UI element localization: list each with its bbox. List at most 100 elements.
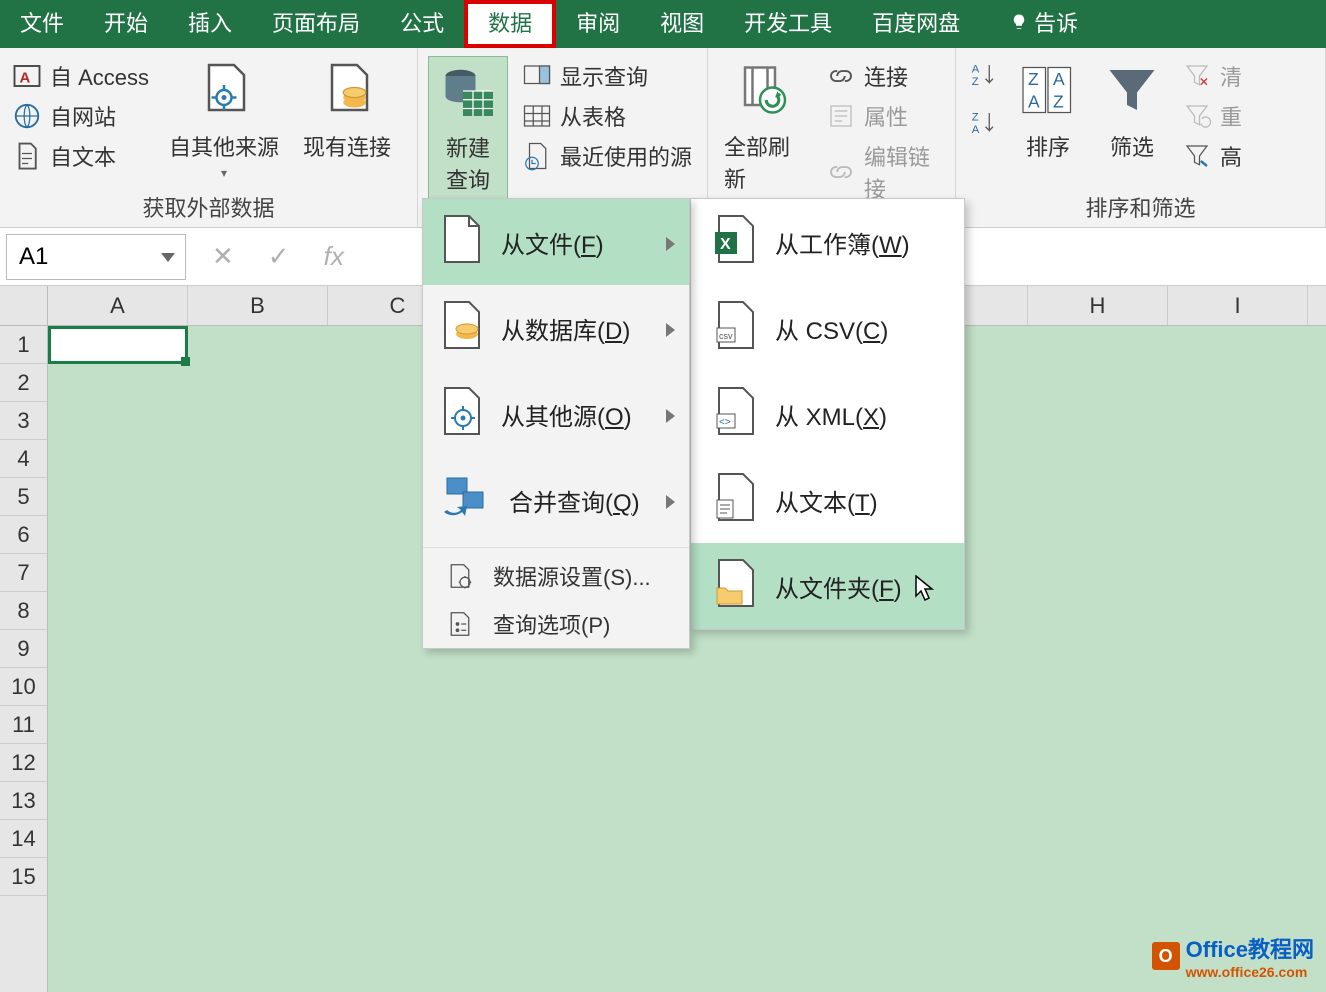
new-query-label: 新建 查询 <box>446 131 490 195</box>
show-queries-button[interactable]: 显示查询 <box>520 56 694 96</box>
svg-text:csv: csv <box>719 331 733 341</box>
row-header[interactable]: 14 <box>0 820 47 858</box>
tab-developer[interactable]: 开发工具 <box>724 0 852 48</box>
from-access-button[interactable]: A 自 Access <box>10 56 151 96</box>
existing-conn-label: 现有连接 <box>303 130 391 162</box>
col-header[interactable]: I <box>1168 286 1308 325</box>
menu-from-database[interactable]: 从数据库(D) <box>423 285 689 371</box>
row-header[interactable]: 3 <box>0 402 47 440</box>
insert-function-button[interactable]: fx <box>324 241 344 272</box>
tab-home[interactable]: 开始 <box>84 0 168 48</box>
watermark-url: www.office26.com <box>1186 964 1314 980</box>
recent-sources-button[interactable]: 最近使用的源 <box>520 136 694 176</box>
connections-label: 连接 <box>864 60 908 92</box>
from-web-label: 自网站 <box>50 100 116 132</box>
group-external-data-label: 获取外部数据 <box>10 187 407 223</box>
watermark: O Office教程网 www.office26.com <box>1152 932 1314 980</box>
text-icon <box>713 472 757 529</box>
other-sources-label: 自其他来源 <box>169 130 279 162</box>
sort-desc-button[interactable]: ZA <box>966 104 1000 142</box>
svg-text:<>: <> <box>719 417 731 428</box>
edit-links-icon <box>826 157 856 187</box>
row-header[interactable]: 8 <box>0 592 47 630</box>
properties-button: 属性 <box>824 96 945 136</box>
from-web-button[interactable]: 自网站 <box>10 96 151 136</box>
group-sort-filter-label: 排序和筛选 <box>966 187 1315 223</box>
svg-text:A: A <box>1028 92 1040 112</box>
submenu-arrow-icon <box>666 495 675 509</box>
submenu-from-csv[interactable]: csv 从 CSV(C) <box>691 285 964 371</box>
row-headers: 1 2 3 4 5 6 7 8 9 10 11 12 13 14 15 <box>0 326 48 992</box>
tab-baidu[interactable]: 百度网盘 <box>852 0 980 48</box>
row-header[interactable]: 1 <box>0 326 47 364</box>
col-header[interactable]: B <box>188 286 328 325</box>
from-other-sources-button[interactable]: 自其他来源 ▾ <box>163 56 285 187</box>
select-all-corner[interactable] <box>0 286 48 326</box>
menu-from-other-label: 从其他源(O) <box>501 397 632 432</box>
cancel-formula-button[interactable]: ✕ <box>212 241 234 272</box>
existing-connections-button[interactable]: 现有连接 <box>297 56 397 187</box>
sort-label: 排序 <box>1026 130 1070 162</box>
svg-text:A: A <box>972 64 980 76</box>
row-header[interactable]: 11 <box>0 706 47 744</box>
link-icon <box>826 61 856 91</box>
tab-insert[interactable]: 插入 <box>168 0 252 48</box>
submenu-from-xml[interactable]: <> 从 XML(X) <box>691 371 964 457</box>
col-header[interactable]: A <box>48 286 188 325</box>
sort-desc-icon: ZA <box>968 108 998 138</box>
enter-formula-button[interactable]: ✓ <box>268 241 290 272</box>
submenu-from-folder[interactable]: 从文件夹(F) <box>691 543 964 629</box>
tab-formulas[interactable]: 公式 <box>380 0 464 48</box>
svg-text:Z: Z <box>972 76 979 88</box>
menu-from-file[interactable]: 从文件(F) <box>423 199 689 285</box>
submenu-from-text[interactable]: 从文本(T) <box>691 457 964 543</box>
tab-view[interactable]: 视图 <box>640 0 724 48</box>
row-header[interactable]: 2 <box>0 364 47 402</box>
from-text-button[interactable]: 自文本 <box>10 136 151 176</box>
from-table-button[interactable]: 从表格 <box>520 96 694 136</box>
row-header[interactable]: 7 <box>0 554 47 592</box>
menu-from-file-label: 从文件(F) <box>501 225 604 260</box>
tab-data[interactable]: 数据 <box>464 0 556 48</box>
advanced-filter-button[interactable]: 高 <box>1180 136 1244 176</box>
tell-me[interactable]: 告诉 <box>990 0 1098 48</box>
connections-button[interactable]: 连接 <box>824 56 945 96</box>
selected-cell-A1[interactable] <box>48 326 188 364</box>
access-icon: A <box>12 61 42 91</box>
refresh-all-label: 全部刷新 <box>724 130 806 194</box>
file-icon <box>441 214 483 271</box>
folder-icon <box>713 558 757 615</box>
row-header[interactable]: 6 <box>0 516 47 554</box>
tab-file[interactable]: 文件 <box>0 0 84 48</box>
submenu-from-workbook[interactable]: X 从工作簿(W) <box>691 199 964 285</box>
sort-button[interactable]: ZAAZ 排序 <box>1012 56 1084 187</box>
menu-query-options[interactable]: 查询选项(P) <box>423 600 689 648</box>
recent-sources-label: 最近使用的源 <box>560 140 692 172</box>
sort-icon: ZAAZ <box>1018 60 1078 126</box>
xml-icon: <> <box>713 386 757 443</box>
menu-data-source-settings[interactable]: 数据源设置(S)... <box>423 552 689 600</box>
fill-handle[interactable] <box>181 357 190 366</box>
new-query-icon <box>438 61 498 127</box>
name-box[interactable]: A1 <box>6 234 186 280</box>
svg-text:Z: Z <box>972 112 979 124</box>
filter-label: 筛选 <box>1110 130 1154 162</box>
row-header[interactable]: 10 <box>0 668 47 706</box>
row-header[interactable]: 9 <box>0 630 47 668</box>
row-header[interactable]: 13 <box>0 782 47 820</box>
tab-review[interactable]: 审阅 <box>556 0 640 48</box>
col-header[interactable]: H <box>1028 286 1168 325</box>
existing-conn-icon <box>317 60 377 126</box>
row-header[interactable]: 5 <box>0 478 47 516</box>
sort-asc-button[interactable]: AZ <box>966 56 1000 94</box>
filter-button[interactable]: 筛选 <box>1096 56 1168 187</box>
new-query-menu: 从文件(F) 从数据库(D) 从其他源(O) 合并查询(Q) 数据源设置(S).… <box>422 198 690 649</box>
row-header[interactable]: 4 <box>0 440 47 478</box>
watermark-brand: Office教程网 <box>1186 932 1314 964</box>
menu-from-other-sources[interactable]: 从其他源(O) <box>423 371 689 457</box>
tab-pagelayout[interactable]: 页面布局 <box>252 0 380 48</box>
row-header[interactable]: 12 <box>0 744 47 782</box>
menu-combine-queries[interactable]: 合并查询(Q) <box>423 457 689 543</box>
web-icon <box>12 101 42 131</box>
row-header[interactable]: 15 <box>0 858 47 896</box>
